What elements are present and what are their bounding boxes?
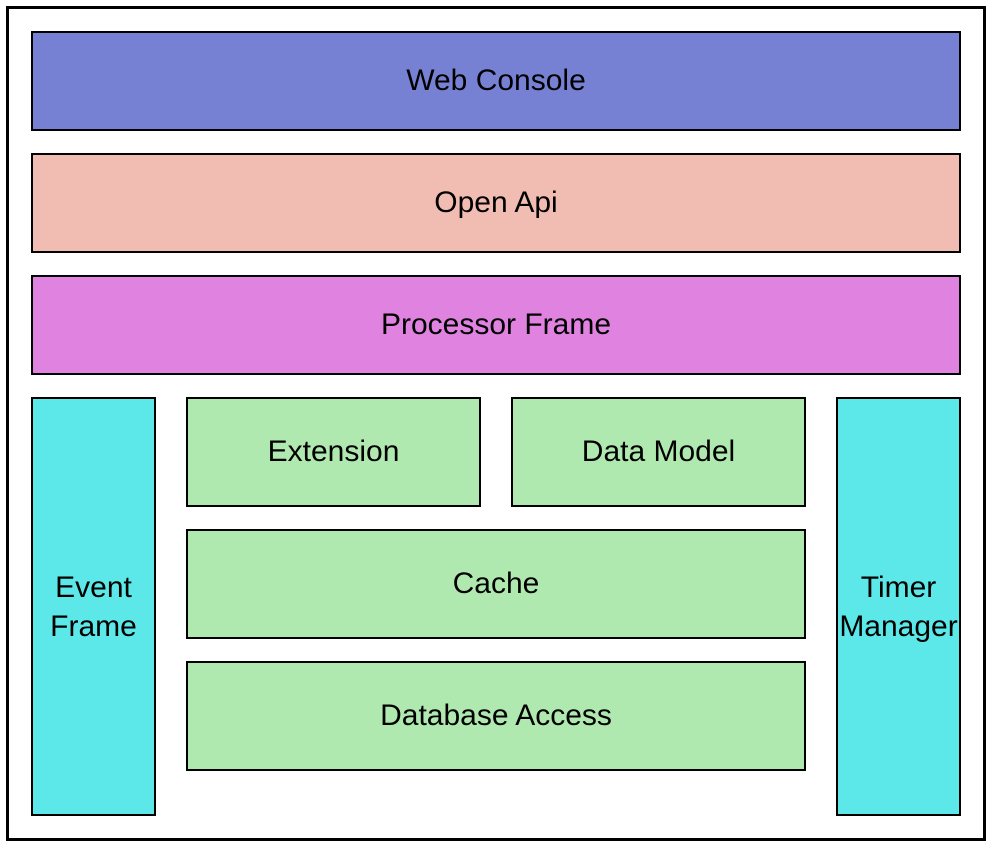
middle-top-row: Extension Data Model <box>186 397 806 507</box>
database-access-box: Database Access <box>186 661 806 771</box>
processor-frame-layer: Processor Frame <box>31 275 961 375</box>
web-console-layer: Web Console <box>31 31 961 131</box>
database-access-label: Database Access <box>380 699 612 733</box>
bottom-section: Event Frame Extension Data Model Cache D… <box>31 397 961 816</box>
open-api-label: Open Api <box>434 186 557 220</box>
event-frame-box: Event Frame <box>31 397 156 816</box>
timer-manager-box: Timer Manager <box>836 397 961 816</box>
middle-column: Extension Data Model Cache Database Acce… <box>186 397 806 816</box>
cache-box: Cache <box>186 529 806 639</box>
architecture-diagram: Web Console Open Api Processor Frame Eve… <box>6 6 986 841</box>
data-model-label: Data Model <box>582 435 735 469</box>
open-api-layer: Open Api <box>31 153 961 253</box>
cache-label: Cache <box>453 567 540 601</box>
extension-box: Extension <box>186 397 481 507</box>
web-console-label: Web Console <box>406 64 586 98</box>
timer-manager-label: Timer Manager <box>839 568 957 646</box>
event-frame-label: Event Frame <box>43 568 144 646</box>
processor-frame-label: Processor Frame <box>381 308 611 342</box>
data-model-box: Data Model <box>511 397 806 507</box>
extension-label: Extension <box>268 435 400 469</box>
